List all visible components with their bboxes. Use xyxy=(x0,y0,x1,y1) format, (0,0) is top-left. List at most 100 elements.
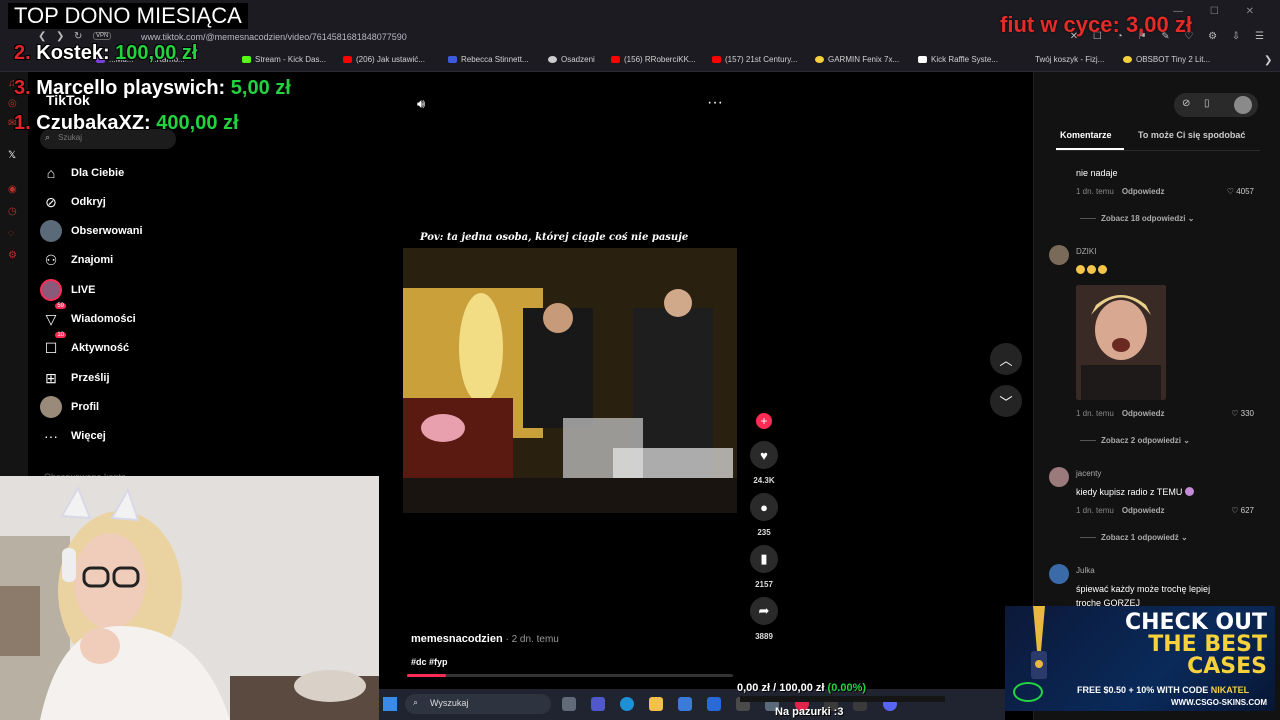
video-progress-bar[interactable] xyxy=(407,674,733,677)
play-icon[interactable]: ◉ xyxy=(8,184,17,195)
sidebar-item-live[interactable]: LIVE xyxy=(40,278,95,302)
bookmark[interactable]: Stream - Kick Das... xyxy=(242,55,326,64)
bookmark[interactable]: (206) Jak ustawić... xyxy=(343,55,425,64)
sidebar-item-profil[interactable]: Profil xyxy=(40,395,99,419)
chevron-right-icon[interactable]: ❯ xyxy=(1264,55,1272,66)
settings-icon[interactable]: ⚙ xyxy=(8,250,17,261)
bookmark[interactable]: Kick Raffle Syste... xyxy=(918,55,998,64)
history-icon[interactable]: ◷ xyxy=(8,206,17,217)
comment-meta: 1 dn. temu Odpowiedz xyxy=(1076,409,1164,418)
sidebar-item-aktywnosc[interactable]: ☐ 10 Aktywność xyxy=(40,332,129,360)
sidebar-item-wiecej[interactable]: ··· Więcej xyxy=(40,424,106,448)
volume-icon[interactable]: 🔊︎ xyxy=(417,96,425,112)
sidebar-item-odkryj[interactable]: ⊘ Odkryj xyxy=(40,190,106,214)
comment-time: 1 dn. temu xyxy=(1076,506,1114,515)
bookmark-label: OBSBOT Tiny 2 Lit... xyxy=(1136,55,1211,64)
more-options-icon[interactable]: ··· xyxy=(707,94,723,112)
previous-video-button[interactable]: ︿ xyxy=(990,343,1022,375)
video-player[interactable] xyxy=(403,248,737,513)
bookmark[interactable]: (157) 21st Century... xyxy=(712,55,797,64)
store-icon[interactable] xyxy=(678,697,692,711)
vpn-badge[interactable]: VPN xyxy=(93,32,112,40)
bookmark-icon: ▮ xyxy=(760,551,768,566)
avatar[interactable] xyxy=(1049,564,1069,584)
next-video-button[interactable]: ﹀ xyxy=(990,385,1022,417)
reload-icon[interactable]: ↻ xyxy=(74,31,82,42)
bookmark[interactable]: (156) RRoberciKK... xyxy=(611,55,696,64)
sidebar-item-wiadomosci[interactable]: ▽ 59 Wiadomości xyxy=(40,303,136,331)
sidebar-item-znajomi[interactable]: ⚇ Znajomi xyxy=(40,248,113,272)
reply-button[interactable]: Odpowiedz xyxy=(1122,506,1165,515)
folder-icon[interactable] xyxy=(649,697,663,711)
comment-image-still xyxy=(1076,285,1166,400)
task-view-icon[interactable] xyxy=(562,697,576,711)
edge-icon[interactable] xyxy=(620,697,634,711)
bookmark-label: (206) Jak ustawić... xyxy=(356,55,425,64)
comment-likes[interactable]: ♡ 4057 xyxy=(1212,187,1254,196)
video-age: · 2 dn. temu xyxy=(502,634,559,645)
top-donors-title: TOP DONO MIESIĄCA xyxy=(8,3,248,29)
view-replies-button[interactable]: Zobacz 1 odpowiedź ⌄ xyxy=(1080,533,1188,542)
goal-separator: / xyxy=(770,682,780,694)
bookmark[interactable]: Osadzeni xyxy=(548,55,595,64)
sponsor-ad[interactable]: CHECK OUT THE BEST CASES FREE $0.50 + 10… xyxy=(1005,606,1275,711)
counter-label: fiut w cyce: xyxy=(1000,12,1120,37)
x-icon[interactable]: 𝕏 xyxy=(8,150,16,161)
video-hashtags[interactable]: #dc #fyp xyxy=(411,657,448,667)
donation-goal-bar xyxy=(740,696,945,702)
avatar[interactable] xyxy=(1049,467,1069,487)
back-icon[interactable]: ❮ xyxy=(38,31,46,42)
counter-value: 3,00 zł xyxy=(1125,12,1192,37)
windows-start-icon[interactable] xyxy=(383,697,397,711)
like-button[interactable]: ♥ xyxy=(750,441,778,469)
save-count: 2157 xyxy=(755,580,773,589)
sidebar-item-dla-ciebie[interactable]: ⌂ Dla Ciebie xyxy=(40,161,124,185)
panel-controls[interactable]: ⊘ ▯ xyxy=(1174,93,1258,117)
address-bar[interactable]: www.tiktok.com/@memesnacodzien/video/761… xyxy=(141,32,407,42)
bookmark[interactable]: OBSBOT Tiny 2 Lit... xyxy=(1123,55,1210,64)
like-count: 4057 xyxy=(1236,187,1254,196)
comment-button[interactable]: ● xyxy=(750,493,778,521)
bookmark-favicon xyxy=(448,56,457,63)
bookmark[interactable]: GARMIN Fenix 7x... xyxy=(815,55,899,64)
sidebar-item-label: Znajomi xyxy=(71,254,114,266)
share-button[interactable]: ➦ xyxy=(750,597,778,625)
video-author[interactable]: memesnacodzien · 2 dn. temu xyxy=(411,633,559,645)
comment-likes[interactable]: ♡ 627 xyxy=(1212,506,1254,515)
teams-icon[interactable] xyxy=(591,697,605,711)
tab-comments[interactable]: Komentarze xyxy=(1060,130,1112,140)
tab-recommended[interactable]: To może Ci się spodobać xyxy=(1138,130,1245,140)
mail-icon[interactable] xyxy=(707,697,721,711)
avatar[interactable] xyxy=(1049,245,1069,265)
sidebar-item-przeslij[interactable]: ⊞ Prześlij xyxy=(40,366,109,390)
comment-text: kiedy kupisz radio z TEMU xyxy=(1076,487,1196,497)
kick-icon xyxy=(242,56,251,63)
view-replies-button[interactable]: Zobacz 2 odpowiedzi ⌄ xyxy=(1080,436,1190,445)
donor-rank: 2. xyxy=(14,42,31,64)
search-icon: ⌕ xyxy=(413,697,419,707)
comment-username[interactable]: DZIKI xyxy=(1076,247,1096,256)
comment-username[interactable]: jacenty xyxy=(1076,469,1101,478)
chevron-down-icon: ﹀ xyxy=(999,394,1013,410)
bookmark-label: (156) RRoberciKK... xyxy=(624,55,696,64)
sidebar-item-obserwowani[interactable]: Obserwowani xyxy=(40,219,143,243)
comment-likes[interactable]: ♡ 330 xyxy=(1212,409,1254,418)
view-replies-button[interactable]: Zobacz 18 odpowiedzi ⌄ xyxy=(1080,214,1194,223)
forward-icon[interactable]: ❯ xyxy=(56,31,64,42)
comment-image[interactable] xyxy=(1076,285,1166,400)
compass-icon: ⊘ xyxy=(45,193,57,210)
bookmark[interactable]: Rebecca Stinnett... xyxy=(448,55,529,64)
like-count: 330 xyxy=(1240,409,1254,418)
bookmark[interactable]: Twój koszyk - Fizj... xyxy=(1035,55,1104,64)
reply-button[interactable]: Odpowiedz xyxy=(1122,187,1165,196)
taskbar-search[interactable]: ⌕ Wyszukaj xyxy=(405,694,551,714)
follow-button[interactable]: + xyxy=(756,413,772,429)
laughing-emoji-icon xyxy=(1098,265,1107,274)
webcam-still xyxy=(0,476,379,720)
reply-button[interactable]: Odpowiedz xyxy=(1122,409,1165,418)
save-button[interactable]: ▮ xyxy=(750,545,778,573)
comment-meta: 1 dn. temu Odpowiedz xyxy=(1076,506,1164,515)
comment-emojis xyxy=(1076,265,1109,275)
comment-username[interactable]: Julka xyxy=(1076,566,1095,575)
chat-icon[interactable]: ◌ xyxy=(8,228,14,239)
